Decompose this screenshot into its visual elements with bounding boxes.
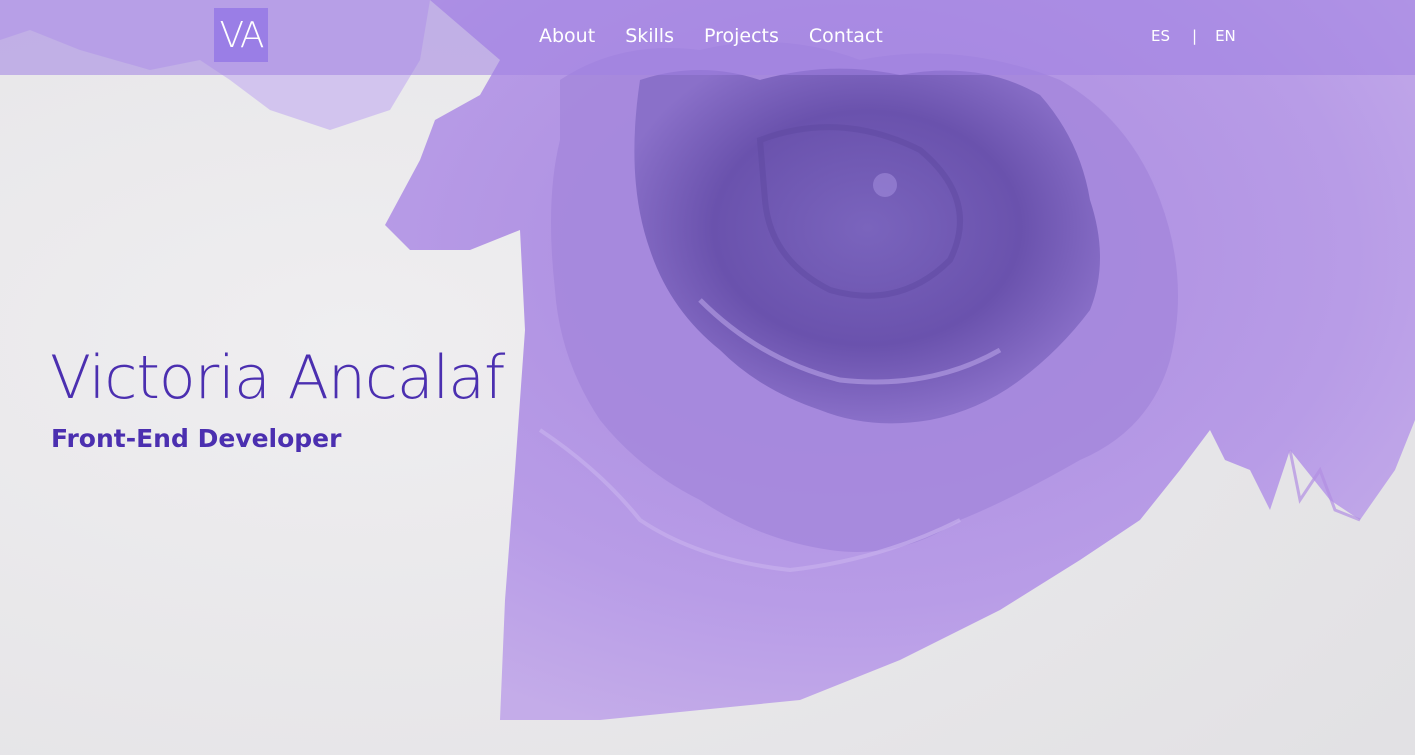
hero-role-subtitle: Front-End Developer [51,424,342,453]
lang-en-link[interactable]: EN [1215,25,1236,47]
language-switcher: ES | EN [1151,25,1236,47]
logo-va[interactable]: VA [214,8,268,62]
top-navbar: VA About Skills Projects Contact ES | EN [0,0,1415,75]
lang-separator: | [1192,27,1198,45]
main-nav: About Skills Projects Contact [539,22,913,50]
nav-link-about[interactable]: About [539,22,595,50]
nav-link-contact[interactable]: Contact [809,22,883,50]
nav-link-skills[interactable]: Skills [625,22,674,50]
hero-section: VA About Skills Projects Contact ES | EN… [0,0,1415,755]
nav-link-projects[interactable]: Projects [704,22,779,50]
hero-name-heading: Victoria Ancalaf [50,343,505,413]
lang-es-link[interactable]: ES [1151,25,1170,47]
